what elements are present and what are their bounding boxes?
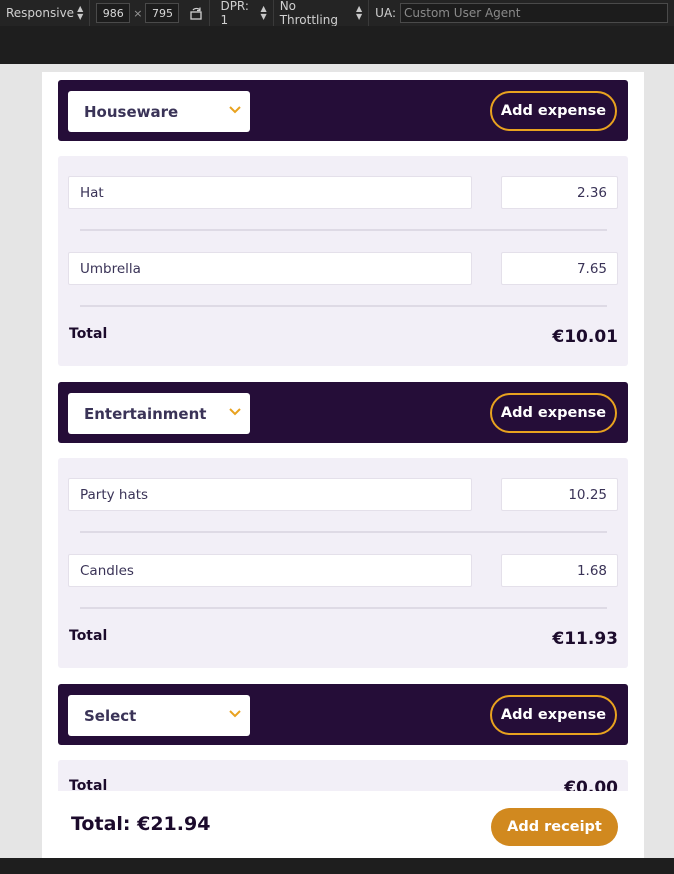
chevron-down-icon bbox=[229, 710, 241, 718]
expense-amount-input[interactable]: 7.65 bbox=[501, 252, 618, 285]
expense-list: Party hats 10.25 Candles 1.68 Total €11.… bbox=[58, 458, 628, 668]
add-expense-button[interactable]: Add expense bbox=[490, 393, 617, 433]
device-mode-select[interactable]: Responsive ▲ ▼ bbox=[0, 0, 91, 26]
rotate-icon[interactable] bbox=[189, 6, 203, 20]
category-select[interactable]: Houseware bbox=[68, 91, 250, 132]
add-receipt-button[interactable]: Add receipt bbox=[491, 808, 618, 846]
dpr-label: DPR: 1 bbox=[220, 0, 249, 27]
updown-icon: ▲ ▼ bbox=[77, 4, 84, 21]
dimensions-group: 986 × 795 bbox=[90, 0, 211, 26]
ua-input[interactable]: Custom User Agent bbox=[400, 3, 668, 23]
expense-name-input[interactable]: Umbrella bbox=[68, 252, 472, 285]
divider bbox=[80, 229, 607, 231]
add-expense-button[interactable]: Add expense bbox=[490, 695, 617, 735]
category-total-value: €10.01 bbox=[552, 327, 618, 347]
devtools-bottom-strip bbox=[0, 858, 674, 874]
chevron-down-icon bbox=[229, 106, 241, 114]
category-header: Select Add expense bbox=[58, 684, 628, 745]
updown-icon: ▲ ▼ bbox=[260, 4, 267, 21]
category-header: Entertainment Add expense bbox=[58, 382, 628, 443]
category-select-value: Entertainment bbox=[84, 404, 207, 423]
device-mode-label: Responsive bbox=[6, 6, 75, 20]
updown-icon: ▲ ▼ bbox=[356, 4, 363, 21]
category-select[interactable]: Entertainment bbox=[68, 393, 250, 434]
ua-group: UA: Custom User Agent bbox=[369, 0, 674, 26]
dpr-select[interactable]: DPR: 1 ▲ ▼ bbox=[210, 0, 274, 27]
category-select-value: Select bbox=[84, 706, 137, 725]
height-input[interactable]: 795 bbox=[145, 3, 180, 23]
chevron-down-icon bbox=[229, 408, 241, 416]
category-total-value: €11.93 bbox=[552, 629, 618, 649]
receipt-footer: Total: €21.94 Add receipt bbox=[42, 791, 644, 858]
expense-name-input[interactable]: Hat bbox=[68, 176, 472, 209]
add-expense-button[interactable]: Add expense bbox=[490, 91, 617, 131]
dimension-separator: × bbox=[133, 6, 143, 20]
category-header: Houseware Add expense bbox=[58, 80, 628, 141]
category-select-value: Houseware bbox=[84, 102, 179, 121]
divider bbox=[80, 607, 607, 609]
receipt-total: Total: €21.94 bbox=[71, 813, 211, 835]
throttling-label: No Throttling bbox=[279, 0, 338, 27]
throttling-select[interactable]: No Throttling ▲ ▼ bbox=[274, 0, 370, 27]
expense-name-input[interactable]: Candles bbox=[68, 554, 472, 587]
expense-amount-input[interactable]: 1.68 bbox=[501, 554, 618, 587]
expense-amount-input[interactable]: 2.36 bbox=[501, 176, 618, 209]
category-select[interactable]: Select bbox=[68, 695, 250, 736]
receipt-page: Houseware Add expense Hat 2.36 Umbrella … bbox=[42, 72, 644, 858]
devtools-ruler-strip bbox=[0, 26, 674, 64]
divider bbox=[80, 305, 607, 307]
expense-list: Hat 2.36 Umbrella 7.65 Total €10.01 bbox=[58, 156, 628, 366]
category-total-label: Total bbox=[69, 326, 108, 342]
expense-name-input[interactable]: Party hats bbox=[68, 478, 472, 511]
ua-label: UA: bbox=[375, 6, 396, 20]
device-toolbar: Responsive ▲ ▼ 986 × 795 DPR: 1 ▲ ▼ No Thr… bbox=[0, 0, 674, 27]
category-total-label: Total bbox=[69, 628, 108, 644]
width-input[interactable]: 986 bbox=[96, 3, 131, 23]
divider bbox=[80, 531, 607, 533]
expense-amount-input[interactable]: 10.25 bbox=[501, 478, 618, 511]
